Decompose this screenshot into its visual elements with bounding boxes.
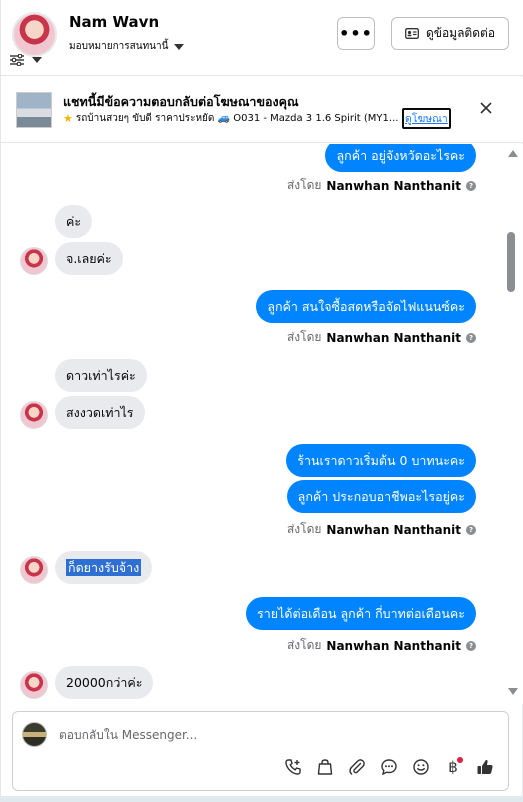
message-text: สงงวดเท่าไร [66,405,134,420]
message-list[interactable]: ลูกค้า อยู่จังหวัดอะไรคะ ส่งโดย Nanwhan … [1,144,503,704]
outgoing-message[interactable]: ลูกค้า อยู่จังหวัดอะไรคะ [325,144,476,172]
notification-dot [457,757,463,763]
outgoing-message[interactable]: ลูกค้า ประกอบอาชีพอะไรอยู่คะ [286,480,476,513]
chevron-down-icon [32,57,42,63]
sent-by-prefix: ส่งโดย [286,178,322,192]
attach-button[interactable] [347,757,367,777]
contact-avatar-small [20,671,48,699]
messenger-chat-panel: Nam Wavn มอบหมายการสนทนานี้ ••• ดูข้อมูล… [0,0,523,802]
saved-replies-button[interactable] [379,757,399,777]
message-text: รายได้ต่อเดือน ลูกค้า กี่บาทต่อเดือนคะ [257,606,465,621]
sent-by-label: ส่งโดย Nanwhan Nanthanit ? [287,328,476,347]
ad-thumbnail [16,92,52,128]
sliders-icon [10,54,24,66]
reply-input[interactable] [59,724,479,746]
assign-label: มอบหมายการสนทนานี้ [69,41,169,52]
sender-name: Nanwhan Nanthanit [326,522,461,537]
window-bottom-edge [1,796,523,802]
shop-button[interactable] [315,757,335,777]
incoming-message[interactable]: ก็ดยางรับจ้าง [55,551,153,584]
message-text: ค่ะ [66,214,82,229]
contact-name[interactable]: Nam Wavn [69,13,159,31]
ad-banner-title: แชทนี้มีข้อความตอบกลับต่อโฆษณาของคุณ [63,94,299,109]
sent-by-prefix: ส่งโดย [286,522,322,536]
more-options-button[interactable]: ••• [337,17,375,50]
ad-banner-subtitle: ★ รถบ้านสวยๆ ขับดี ราคาประหยัด 🚙 O031 - … [63,111,403,126]
more-label: ••• [339,24,373,43]
sent-by-label: ส่งโดย Nanwhan Nanthanit ? [287,176,476,195]
ad-reply-banner: แชทนี้มีข้อความตอบกลับต่อโฆษณาของคุณ ★ ร… [1,77,523,143]
shopping-bag-icon [317,759,333,775]
message-text: ลูกค้า อยู่จังหวัดอะไรคะ [336,148,465,163]
assign-conversation-dropdown[interactable]: มอบหมายการสนทนานี้ [69,39,185,54]
ad-subtitle-text: รถบ้านสวยๆ ขับดี ราคาประหยัด 🚙 O031 - Ma… [75,113,399,124]
like-button[interactable] [475,757,495,777]
chat-header: Nam Wavn มอบหมายการสนทนานี้ ••• ดูข้อมูล… [1,0,523,76]
outgoing-message[interactable]: ร้านเราดาวเริ่มต้น 0 บาทนะคะ [286,444,476,477]
help-icon[interactable]: ? [466,332,476,343]
incoming-message[interactable]: สงงวดเท่าไร [55,396,145,429]
emoji-icon [413,759,429,775]
selected-message-text: ก็ดยางรับจ้าง [66,559,142,576]
scroll-up-arrow-icon[interactable] [508,150,518,157]
payment-button[interactable]: ฿ [443,757,463,777]
message-text: ร้านเราดาวเริ่มต้น 0 บาทนะคะ [297,453,465,468]
message-text: 20000กว่าค่ะ [66,675,143,690]
chat-bubble-icon [381,759,397,776]
star-icon: ★ [63,112,73,125]
filter-dropdown[interactable] [10,54,42,66]
chevron-down-icon [174,43,185,50]
contact-avatar-small [20,556,48,584]
help-icon[interactable]: ? [466,524,476,535]
contact-avatar[interactable] [12,12,57,57]
scrollbar-thumb[interactable] [507,232,515,292]
outgoing-message[interactable]: ลูกค้า สนใจซื้อสดหรือจัดไฟแนนซ์คะ [256,290,476,323]
sent-by-label: ส่งโดย Nanwhan Nanthanit ? [287,520,476,539]
message-text: ลูกค้า ประกอบอาชีพอะไรอยู่คะ [297,489,465,504]
incoming-message[interactable]: จ.เลยค่ะ [55,242,123,275]
emoji-button[interactable] [411,757,431,777]
incoming-message[interactable]: 20000กว่าค่ะ [55,666,154,699]
message-text: ลูกค้า สนใจซื้อสดหรือจัดไฟแนนซ์คะ [267,299,465,314]
outgoing-message[interactable]: รายได้ต่อเดือน ลูกค้า กี่บาทต่อเดือนคะ [246,597,476,630]
reply-composer: ฿ [12,711,509,791]
incoming-message[interactable]: ดาวเท่าไรค่ะ [55,359,147,392]
message-text: จ.เลยค่ะ [66,251,112,266]
view-contact-label: ดูข้อมูลติดต่อ [425,26,496,40]
contact-card-icon [405,28,419,39]
sent-by-prefix: ส่งโดย [286,330,322,344]
sender-name: Nanwhan Nanthanit [326,178,461,193]
sender-name: Nanwhan Nanthanit [326,330,461,345]
paperclip-icon [349,759,365,775]
view-contact-button[interactable]: ดูข้อมูลติดต่อ [391,17,509,50]
help-icon[interactable]: ? [466,640,476,651]
phone-plus-icon [285,759,301,775]
scrollbar[interactable] [503,144,523,704]
view-ad-link[interactable]: ดูโฆษณา [402,108,451,129]
sent-by-label: ส่งโดย Nanwhan Nanthanit ? [287,636,476,655]
call-button[interactable] [283,757,303,777]
close-icon[interactable] [478,100,494,116]
scroll-down-arrow-icon[interactable] [508,688,518,695]
help-icon[interactable]: ? [466,180,476,191]
contact-avatar-small [20,401,48,429]
incoming-message[interactable]: ค่ะ [55,205,93,238]
sent-by-prefix: ส่งโดย [286,638,322,652]
composer-toolbar: ฿ [283,755,495,779]
page-avatar [22,722,47,747]
contact-avatar-small [20,247,48,275]
message-text: ดาวเท่าไรค่ะ [66,368,136,383]
thumbs-up-icon [477,759,493,774]
sender-name: Nanwhan Nanthanit [326,638,461,653]
